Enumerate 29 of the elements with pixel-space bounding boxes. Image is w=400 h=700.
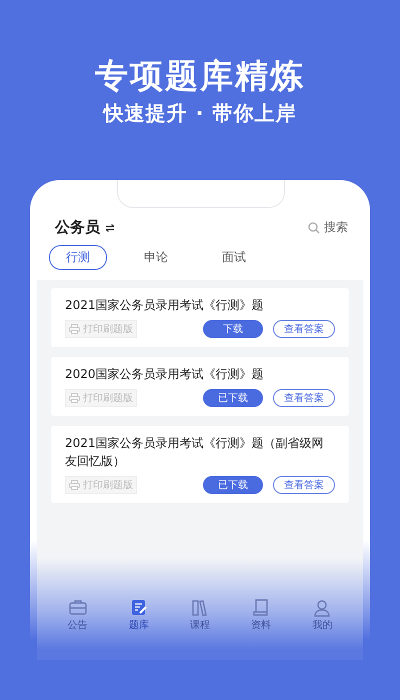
tab[interactable]: 申论 bbox=[127, 245, 185, 270]
tab[interactable]: 面试 bbox=[205, 245, 263, 270]
person-icon bbox=[312, 598, 332, 617]
paper-title: 2021国家公务员录用考试《行测》题 bbox=[65, 297, 265, 314]
paper-title: 2021国家公务员录用考试《行测》题（副省级网友回忆版） bbox=[65, 435, 325, 470]
headline: 专项题库精炼 bbox=[95, 56, 305, 96]
nav-item[interactable]: 我的 bbox=[312, 598, 332, 632]
printer-icon bbox=[69, 393, 80, 403]
nav-item[interactable]: 题库 bbox=[128, 598, 149, 632]
search-button[interactable]: 搜索 bbox=[308, 219, 348, 236]
subheadline: 快速提升 · 带你上岸 bbox=[104, 100, 296, 127]
books-icon bbox=[190, 598, 210, 617]
download-button[interactable]: 已下载 bbox=[203, 476, 263, 494]
view-answers-button[interactable]: 查看答案 bbox=[273, 320, 335, 338]
view-answers-button[interactable]: 查看答案 bbox=[273, 476, 335, 494]
nav-item[interactable]: 课程 bbox=[190, 598, 210, 632]
tab[interactable]: 行测 bbox=[49, 245, 107, 270]
download-button[interactable]: 已下载 bbox=[203, 389, 263, 407]
view-answers-button[interactable]: 查看答案 bbox=[273, 389, 335, 407]
swap-icon bbox=[105, 224, 115, 232]
download-button[interactable]: 下载 bbox=[203, 320, 263, 338]
page-title[interactable]: 公务员 bbox=[55, 218, 100, 237]
printer-icon bbox=[69, 480, 80, 490]
search-icon bbox=[308, 222, 320, 234]
printer-icon bbox=[69, 324, 80, 334]
nav-item[interactable]: 资料 bbox=[251, 598, 272, 632]
paper-title: 2020国家公务员录用考试《行测》题 bbox=[65, 366, 265, 383]
briefcase-icon bbox=[68, 598, 88, 617]
nav-item[interactable]: 公告 bbox=[68, 598, 88, 632]
